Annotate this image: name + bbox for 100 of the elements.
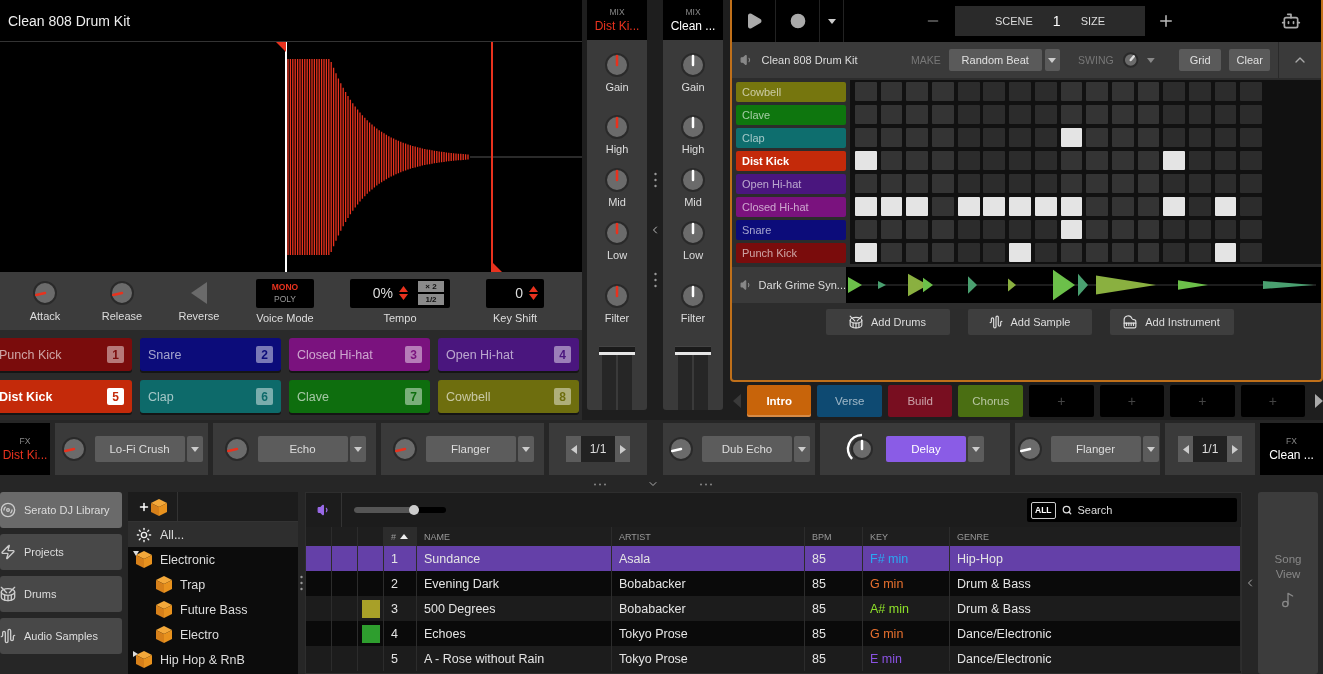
reverse-icon[interactable] [189, 280, 209, 306]
fx-effect-button[interactable]: Delay [886, 436, 966, 462]
track-label[interactable]: Dist Kick [736, 150, 846, 171]
drag-handle-icon[interactable] [653, 172, 657, 188]
knob[interactable] [668, 436, 694, 462]
step-cell[interactable] [932, 128, 954, 147]
step-cell[interactable] [1137, 151, 1160, 170]
step-cell[interactable] [983, 128, 1006, 147]
step-cell[interactable] [880, 243, 903, 262]
step-cell[interactable] [1111, 197, 1134, 216]
step-cell[interactable] [1086, 151, 1108, 170]
add-track-button[interactable]: Add Instrument [1109, 309, 1234, 335]
step-cell[interactable] [1060, 243, 1083, 262]
step-cell[interactable] [906, 220, 929, 239]
step-cell[interactable] [1060, 105, 1083, 124]
step-cell[interactable] [1034, 174, 1057, 193]
end-marker[interactable] [491, 42, 502, 272]
random-beat-button[interactable]: Random Beat [948, 49, 1042, 71]
crate-item[interactable]: Future Bass [128, 597, 298, 622]
step-cell[interactable] [906, 243, 929, 262]
step-cell[interactable] [1163, 151, 1186, 170]
step-cell[interactable] [957, 82, 980, 101]
step-cell[interactable] [1009, 105, 1031, 124]
step-cell[interactable] [1137, 105, 1160, 124]
step-cell[interactable] [1111, 174, 1134, 193]
track-row[interactable]: 4 Echoes Tokyo Prose 85 G min Dance/Electronic [306, 621, 1241, 646]
step-cell[interactable] [1163, 128, 1186, 147]
step-cell[interactable] [1086, 220, 1108, 239]
fx-options-button[interactable] [1142, 436, 1159, 462]
fx-options-button[interactable] [968, 436, 984, 462]
step-cell[interactable] [1214, 105, 1237, 124]
step-cell[interactable] [1214, 174, 1237, 193]
fx-effect-button[interactable]: Dub Echo [702, 436, 792, 462]
scene-button[interactable]: Build [887, 385, 953, 417]
step-cell[interactable] [1214, 128, 1237, 147]
add-track-button[interactable]: Add Drums [825, 309, 950, 335]
step-cell[interactable] [1137, 82, 1160, 101]
step-cell[interactable] [957, 151, 980, 170]
scroll-left-icon[interactable] [733, 394, 741, 408]
next-page-button[interactable] [615, 436, 630, 462]
fx-effect-button[interactable]: Lo-Fi Crush [94, 436, 185, 462]
song-view-button[interactable]: Song View [1258, 492, 1318, 674]
library-nav-item[interactable]: Serato DJ Library [0, 492, 122, 528]
column-header[interactable]: # [384, 527, 417, 546]
step-cell[interactable] [1137, 243, 1160, 262]
step-cell[interactable] [957, 243, 980, 262]
drum-pad[interactable]: Clap 6 [140, 380, 281, 413]
knob[interactable] [680, 283, 706, 309]
step-cell[interactable] [1240, 220, 1263, 239]
drum-pad[interactable]: Open Hi-hat 4 [438, 338, 579, 371]
step-cell[interactable] [983, 151, 1006, 170]
voice-mode-toggle[interactable]: MONO POLY [256, 278, 314, 308]
fx-options-button[interactable] [186, 436, 203, 462]
step-cell[interactable] [1137, 197, 1160, 216]
scene-button[interactable]: Chorus [958, 385, 1023, 417]
drag-handle-icon[interactable] [699, 482, 713, 486]
step-cell[interactable] [880, 128, 903, 147]
step-cell[interactable] [880, 151, 903, 170]
step-cell[interactable] [1009, 128, 1031, 147]
step-cell[interactable] [1060, 82, 1083, 101]
scroll-right-icon[interactable] [1315, 394, 1323, 408]
step-cell[interactable] [932, 243, 954, 262]
volume-fader[interactable] [599, 346, 635, 410]
step-cell[interactable] [1240, 243, 1263, 262]
step-cell[interactable] [1086, 105, 1108, 124]
scene-button[interactable]: Verse [817, 385, 882, 417]
step-cell[interactable] [880, 220, 903, 239]
step-cell[interactable] [1137, 128, 1160, 147]
step-cell[interactable] [1034, 105, 1057, 124]
step-cell[interactable] [880, 82, 903, 101]
step-cell[interactable] [1009, 174, 1031, 193]
previous-page-button[interactable] [1178, 436, 1193, 462]
slider-thumb[interactable] [408, 505, 419, 515]
next-page-button[interactable] [1227, 436, 1242, 462]
voice-mode-option[interactable]: POLY [273, 293, 296, 305]
knob[interactable] [680, 220, 706, 246]
step-cell[interactable] [1111, 128, 1134, 147]
step-cell[interactable] [983, 174, 1006, 193]
step-cell[interactable] [1034, 243, 1057, 262]
fx-effect-button[interactable]: Flanger [1050, 436, 1141, 462]
knob[interactable] [680, 114, 706, 140]
step-cell[interactable] [1086, 243, 1108, 262]
step-cell[interactable] [855, 82, 877, 101]
step-cell[interactable] [906, 174, 929, 193]
step-cell[interactable] [1214, 197, 1237, 216]
start-marker[interactable] [276, 42, 287, 272]
step-cell[interactable] [1188, 105, 1211, 124]
step-cell[interactable] [1240, 174, 1263, 193]
fx-effect-button[interactable]: Echo [257, 436, 348, 462]
step-cell[interactable] [1009, 197, 1031, 216]
step-cell[interactable] [880, 174, 903, 193]
step-cell[interactable] [1034, 82, 1057, 101]
step-cell[interactable] [1060, 220, 1083, 239]
track-label[interactable]: Punch Kick [736, 242, 846, 263]
step-cell[interactable] [1137, 220, 1160, 239]
track-row[interactable]: 2 Evening Dark Bobabacker 85 G min Drum & Bass [306, 571, 1241, 596]
step-cell[interactable] [1188, 174, 1211, 193]
swing-knob[interactable] [1121, 51, 1140, 69]
step-cell[interactable] [1034, 220, 1057, 239]
search-field[interactable]: ALL Search [1027, 498, 1237, 522]
